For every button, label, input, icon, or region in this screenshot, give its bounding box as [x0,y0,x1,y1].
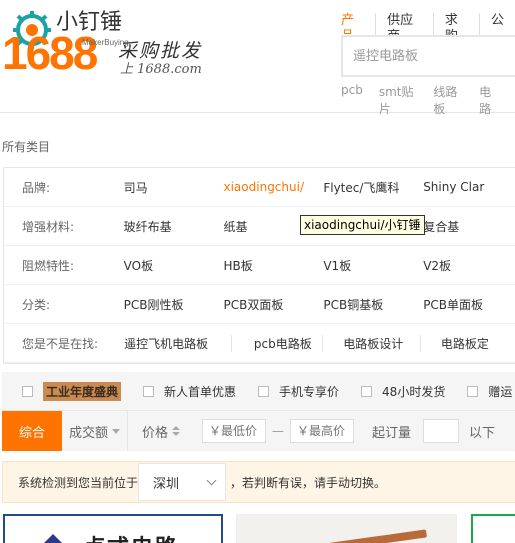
checkbox[interactable] [258,385,270,397]
checkbox[interactable] [361,385,373,397]
feature-checkbox-annual[interactable]: 工业年度盛典 [22,381,122,401]
product-image [316,529,428,543]
filter-option[interactable]: V2板 [423,257,515,274]
filter-row-suggestions: 您是不是在找: 遥控飞机电路板 pcb电路板 电路板设计 电路板定 [4,324,515,363]
filter-option[interactable]: V1板 [323,257,423,274]
feature-checkbox-newuser[interactable]: 新人首单优惠 [143,383,236,400]
city-select[interactable]: 深圳 [138,463,227,501]
suggestion-link[interactable]: pcb电路板 [232,334,324,352]
category-filter-panel: 品牌: 司马 xiaodingchui/ Flytec/飞鹰科 Shiny Cl… [3,167,515,364]
search-input[interactable] [343,37,515,75]
city-value: 深圳 [153,476,180,492]
feature-filter-bar: 工业年度盛典 新人首单优惠 手机专享价 48小时发货 赠运 [2,372,515,411]
filter-row-material: 增强材料: 玻纤布基 纸基 复合基 [4,207,515,246]
filter-label: 阻燃特性: [22,258,75,273]
brand-name: 小钉锤 [56,10,123,35]
product-card[interactable]: 卢式电路 [3,514,223,543]
checkbox[interactable] [143,385,155,397]
checkbox[interactable] [22,385,33,397]
filter-label: 增强材料: [22,219,75,234]
hot-word-link[interactable]: pcb [341,83,363,117]
brand-tooltip: xiaodingchui/小钉锤 [300,215,425,235]
sort-comprehensive-button[interactable]: 综合 [2,411,62,451]
feature-checkbox-48h[interactable]: 48小时发货 [361,383,445,400]
feature-checkbox-mobile[interactable]: 手机专享价 [258,383,339,400]
product-card[interactable] [236,514,457,543]
filter-row-type: 分类: PCB刚性板 PCB双面板 PCB铜基板 PCB单面板 [4,285,515,324]
suggestion-link[interactable]: 遥控飞机电路板 [124,334,232,352]
filter-option[interactable]: PCB单面板 [423,296,515,313]
suggestion-link[interactable]: 电路板设计 [323,334,421,352]
price-min-input[interactable] [202,419,266,443]
filter-option[interactable]: 司马 [124,179,224,196]
filter-option[interactable]: PCB铜基板 [323,296,423,313]
suggestion-link[interactable]: 电路板定 [421,335,515,352]
search-box [341,35,515,77]
filter-option[interactable]: Flytec/飞鹰科 [323,179,423,196]
feature-checkbox-freeship[interactable]: 赠运 [467,383,512,400]
filter-row-brand: 品牌: 司马 xiaodingchui/ Flytec/飞鹰科 Shiny Cl… [4,168,515,207]
feature-tag: 工业年度盛典 [43,381,122,401]
filter-option[interactable]: PCB双面板 [224,296,324,313]
min-order-label: 起订量 [372,425,412,441]
feature-label: 手机专享价 [279,384,340,399]
sort-label: 成交额 [68,425,108,441]
min-order-input[interactable] [423,419,460,443]
feature-label: 赠运 [488,384,513,399]
hot-word-link[interactable]: smt贴片 [379,83,418,117]
filter-option[interactable]: HB板 [224,257,324,274]
location-prefix: 系统检测到您当前位于 [18,475,139,490]
hot-word-link[interactable]: 线路板 [433,83,463,117]
sort-price-button[interactable]: 价格 [128,411,194,451]
filter-label: 您是不是在找: [22,336,99,351]
min-order-unit: 以下 [469,425,496,441]
site-header: 1688 小钉锤 MakerBuying 采购批发 上 1688.com 产品 … [0,0,515,116]
product-card[interactable] [471,514,515,543]
sort-turnover-button[interactable]: 成交额 [62,411,128,451]
chevron-down-icon [206,475,217,485]
filter-option[interactable]: 复合基 [423,218,515,235]
filter-row-flame: 阻燃特性: VO板 HB板 V1板 V2板 [4,246,515,285]
location-notice: 系统检测到您当前位于 深圳 ，若判断有误，请手动切换。 [2,461,515,503]
filter-option[interactable]: xiaodingchui/ [224,180,324,194]
hot-word-link[interactable]: 电路 [479,83,499,117]
price-dash: — [272,424,284,438]
filter-option[interactable]: 玻纤布基 [124,218,224,235]
filter-label: 分类: [22,297,51,312]
checkbox[interactable] [467,385,479,397]
sort-label: 价格 [141,425,168,441]
sort-bar: 综合 成交额 价格 — 起订量 以下 l [2,411,515,451]
product-image-text: 卢式电路 [83,530,179,543]
location-suffix: ，若判断有误，请手动切换。 [230,475,387,490]
slogan-url: 上 1688.com [120,62,202,77]
feature-label: 新人首单优惠 [164,384,237,399]
breadcrumb[interactable]: 所有类目 [2,138,50,155]
hot-words: pcb smt贴片 线路板 电路 [341,83,515,117]
filter-label: 品牌: [22,180,51,195]
filter-option[interactable]: Shiny Clar [423,180,515,194]
caret-down-icon [112,428,120,434]
sort-updown-icon [172,426,180,436]
price-max-input[interactable] [290,419,354,443]
filter-option[interactable]: VO板 [124,257,224,274]
logo-1688[interactable]: 1688 [2,30,98,76]
feature-label: 48小时发货 [382,384,446,399]
filter-option[interactable]: PCB刚性板 [124,296,224,313]
product-image [39,534,67,543]
